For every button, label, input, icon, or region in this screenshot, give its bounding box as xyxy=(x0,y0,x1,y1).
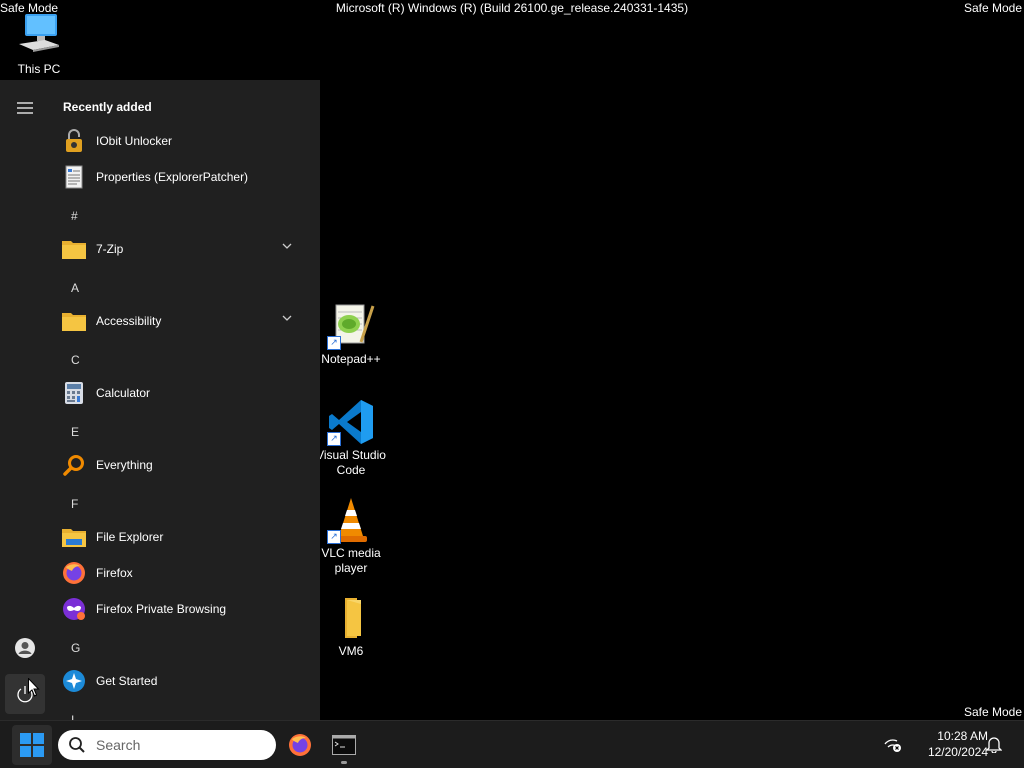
app-properties-explorerpatcher[interactable]: Properties (ExplorerPatcher) xyxy=(62,160,308,194)
shortcut-arrow-icon: ↗ xyxy=(327,432,341,446)
mouse-cursor-icon xyxy=(28,678,40,697)
folder-icon xyxy=(62,309,86,333)
search-icon xyxy=(69,737,85,753)
command-prompt-icon xyxy=(332,735,356,755)
firefox-icon xyxy=(62,561,86,585)
chevron-down-icon xyxy=(282,243,292,249)
magnifier-icon xyxy=(62,453,86,477)
properties-window-icon xyxy=(62,165,86,189)
get-started-icon xyxy=(62,669,86,693)
running-indicator xyxy=(341,761,347,764)
taskbar-clock[interactable]: 10:28 AM 12/20/2024 xyxy=(912,728,988,760)
app-name: IObit Unlocker xyxy=(96,134,173,148)
network-status-button[interactable] xyxy=(884,735,902,756)
desktop-icon-label: Visual Studio Code xyxy=(316,448,386,477)
folder-icon xyxy=(327,594,375,642)
app-name: Firefox xyxy=(96,566,133,580)
app-firefox[interactable]: Firefox xyxy=(62,556,308,590)
taskbar-firefox-button[interactable] xyxy=(280,725,320,765)
app-name: Accessibility xyxy=(96,314,162,328)
app-name: File Explorer xyxy=(96,530,164,544)
app-name: Properties (ExplorerPatcher) xyxy=(96,170,249,184)
app-folder-accessibility[interactable]: Accessibility xyxy=(62,304,308,338)
index-letter-e[interactable]: E xyxy=(71,425,79,439)
file-explorer-icon xyxy=(62,525,86,549)
index-letter-g[interactable]: G xyxy=(71,641,80,655)
shortcut-arrow-icon: ↗ xyxy=(327,336,341,350)
index-letter-i[interactable]: I xyxy=(71,713,74,720)
clock-time: 10:28 AM xyxy=(937,729,988,743)
start-menu: Recently added IObit Unlocker Properties… xyxy=(0,80,320,720)
firefox-icon xyxy=(289,734,311,756)
desktop-icon-vscode[interactable]: ↗ Visual Studio Code xyxy=(315,398,387,478)
index-letter-c[interactable]: C xyxy=(71,353,80,367)
index-letter-f[interactable]: F xyxy=(71,497,78,511)
chevron-down-icon xyxy=(282,315,292,321)
app-name: Firefox Private Browsing xyxy=(96,602,227,616)
taskbar-command-prompt-button[interactable] xyxy=(324,725,364,765)
bell-icon xyxy=(985,737,1003,754)
app-name: Get Started xyxy=(96,674,158,688)
shortcut-arrow-icon: ↗ xyxy=(327,530,341,544)
private-browsing-mask-icon xyxy=(62,597,86,621)
app-everything[interactable]: Everything xyxy=(62,448,308,482)
index-letter-hash[interactable]: # xyxy=(71,209,78,223)
vscode-icon: ↗ xyxy=(327,398,375,446)
app-get-started[interactable]: Get Started xyxy=(62,664,308,698)
notification-center-button[interactable] xyxy=(985,735,1003,756)
hamburger-icon xyxy=(17,102,33,114)
desktop-icon-label: Notepad++ xyxy=(321,352,381,366)
search-input[interactable] xyxy=(94,736,258,754)
windows-logo-icon xyxy=(20,733,44,757)
app-name: 7-Zip xyxy=(96,242,124,256)
user-account-button[interactable] xyxy=(5,628,45,668)
computer-icon xyxy=(15,12,63,60)
desktop-icon-notepad-plus-plus[interactable]: ↗ Notepad++ xyxy=(315,302,387,367)
desktop-icon-label: VLC media player xyxy=(321,546,381,575)
expand-menu-button[interactable] xyxy=(5,88,45,128)
desktop-icon-vlc[interactable]: ↗ VLC media player xyxy=(315,496,387,576)
index-letter-a[interactable]: A xyxy=(71,281,79,295)
padlock-icon xyxy=(62,129,86,153)
taskbar-search-box[interactable] xyxy=(58,730,276,760)
app-name: Calculator xyxy=(96,386,151,400)
app-folder-7zip[interactable]: 7-Zip xyxy=(62,232,308,266)
app-iobit-unlocker[interactable]: IObit Unlocker xyxy=(62,124,308,158)
desktop-icon-vm6[interactable]: VM6 xyxy=(315,594,387,659)
safe-mode-label-top-right: Safe Mode xyxy=(963,1,1022,15)
start-button[interactable] xyxy=(12,725,52,765)
network-disconnected-icon xyxy=(884,739,901,752)
calculator-icon xyxy=(62,381,86,405)
app-file-explorer[interactable]: File Explorer xyxy=(62,520,308,554)
app-name: Everything xyxy=(96,458,153,472)
folder-icon xyxy=(62,237,86,261)
desktop-icon-label: VM6 xyxy=(338,644,364,658)
build-string: Microsoft (R) Windows (R) (Build 26100.g… xyxy=(335,1,689,15)
recently-added-heading: Recently added xyxy=(63,100,152,114)
vlc-cone-icon: ↗ xyxy=(327,496,375,544)
desktop-icon-this-pc[interactable]: This PC xyxy=(3,12,75,77)
clock-date: 12/20/2024 xyxy=(927,745,988,759)
desktop-icon-label: This PC xyxy=(17,62,61,76)
notepad-plus-plus-icon: ↗ xyxy=(327,302,375,350)
taskbar: 10:28 AM 12/20/2024 xyxy=(0,720,1024,768)
start-menu-rail xyxy=(0,80,50,720)
user-avatar-icon xyxy=(15,638,35,658)
safe-mode-label-bottom-right: Safe Mode xyxy=(963,705,1022,719)
app-firefox-private-browsing[interactable]: Firefox Private Browsing xyxy=(62,592,308,626)
app-calculator[interactable]: Calculator xyxy=(62,376,308,410)
